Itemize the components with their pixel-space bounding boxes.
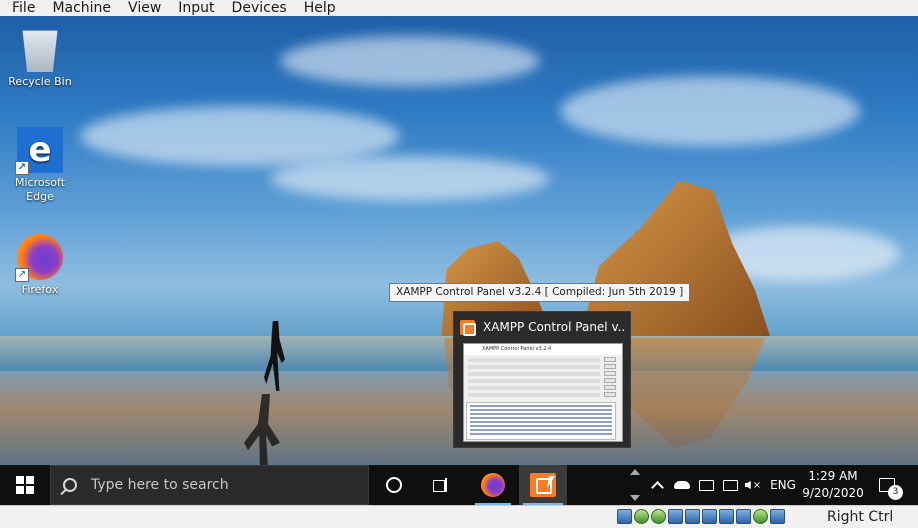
edge-icon: e ↗ <box>15 127 63 175</box>
shared-folders-icon[interactable] <box>702 509 717 524</box>
thumbnail-inner-title: XAMPP Control Panel v3.2.4 <box>464 344 622 355</box>
desktop-icon-recycle-bin[interactable]: Recycle Bin <box>4 26 76 89</box>
menu-view[interactable]: View <box>128 0 161 16</box>
audio-icon[interactable] <box>651 509 666 524</box>
desktop-icon-label: Recycle Bin <box>8 75 72 88</box>
desktop-icon-label: Microsoft Edge <box>14 176 66 203</box>
xampp-thumbnail-preview[interactable]: XAMPP Control Panel v... XAMPP Control P… <box>453 311 631 448</box>
taskbar: Type here to search × ENG 1:29 AM 9/20/2… <box>0 465 918 505</box>
notifications-icon: 3 <box>879 478 903 500</box>
tray-onedrive[interactable] <box>672 465 692 505</box>
menu-file[interactable]: File <box>12 0 35 16</box>
hard-disk-icon[interactable] <box>617 509 632 524</box>
cortana-button[interactable] <box>374 465 414 505</box>
scroll-up-icon[interactable] <box>630 469 640 475</box>
windows-logo-icon <box>16 476 34 494</box>
desktop-icon-label: Firefox <box>21 283 59 296</box>
menu-input[interactable]: Input <box>178 0 214 16</box>
recycle-bin-icon <box>22 30 58 72</box>
tray-xampp[interactable] <box>696 465 716 505</box>
scroll-down-icon[interactable] <box>630 495 640 501</box>
tray-overflow-button[interactable] <box>648 465 666 505</box>
desktop-icon-firefox[interactable]: ↗ Firefox <box>4 234 76 297</box>
taskbar-scroll[interactable] <box>625 465 645 505</box>
firefox-icon: ↗ <box>15 234 63 282</box>
volume-muted-icon <box>744 481 751 489</box>
task-view-button[interactable] <box>421 465 461 505</box>
xampp-tooltip: XAMPP Control Panel v3.2.4 [ Compiled: J… <box>389 283 691 302</box>
taskbar-app-xampp[interactable] <box>519 465 567 505</box>
cortana-icon <box>386 477 402 493</box>
language-indicator: ENG <box>770 478 796 492</box>
vm-device-indicators <box>617 509 787 524</box>
clock-time: 1:29 AM <box>808 469 858 483</box>
xampp-icon <box>460 319 476 336</box>
taskbar-app-firefox[interactable] <box>471 465 515 505</box>
tray-clock[interactable]: 1:29 AM 9/20/2020 <box>801 465 865 505</box>
thumbnail-header: XAMPP Control Panel v... <box>460 318 624 336</box>
thumbnail-title: XAMPP Control Panel v... <box>483 320 624 334</box>
host-key-label: Right Ctrl <box>827 509 894 525</box>
tray-volume[interactable]: × <box>743 465 763 505</box>
keyboard-capture-icon[interactable] <box>770 509 785 524</box>
notification-count-badge: 3 <box>888 485 903 500</box>
shortcut-arrow-icon: ↗ <box>15 268 29 282</box>
xampp-tray-icon <box>698 479 714 491</box>
vm-statusbar: Right Ctrl <box>0 505 918 528</box>
display-icon[interactable] <box>719 509 734 524</box>
menu-machine[interactable]: Machine <box>52 0 111 16</box>
thumbnail-window-image: XAMPP Control Panel v3.2.4 <box>463 343 623 442</box>
mouse-integration-icon[interactable] <box>753 509 768 524</box>
task-view-icon <box>433 478 449 492</box>
menu-help[interactable]: Help <box>304 0 336 16</box>
tray-network[interactable] <box>720 465 740 505</box>
tray-language[interactable]: ENG <box>767 465 799 505</box>
cloud-icon <box>674 481 690 489</box>
taskbar-search-box[interactable]: Type here to search <box>50 465 369 505</box>
search-icon <box>63 478 77 492</box>
menu-devices[interactable]: Devices <box>232 0 287 16</box>
usb-icon[interactable] <box>685 509 700 524</box>
network-icon <box>722 479 738 491</box>
action-center-button[interactable]: 3 <box>872 465 903 505</box>
clock-date: 9/20/2020 <box>802 486 864 500</box>
network-adapter-icon[interactable] <box>668 509 683 524</box>
search-placeholder: Type here to search <box>91 477 229 493</box>
desktop-icon-edge[interactable]: e ↗ Microsoft Edge <box>4 127 76 204</box>
start-button[interactable] <box>0 465 50 505</box>
optical-drive-icon[interactable] <box>634 509 649 524</box>
chevron-up-icon <box>650 481 664 494</box>
firefox-icon <box>481 473 505 497</box>
video-capture-icon[interactable] <box>736 509 751 524</box>
vm-menubar: File Machine View Input Devices Help <box>0 0 918 16</box>
shortcut-arrow-icon: ↗ <box>15 161 29 175</box>
